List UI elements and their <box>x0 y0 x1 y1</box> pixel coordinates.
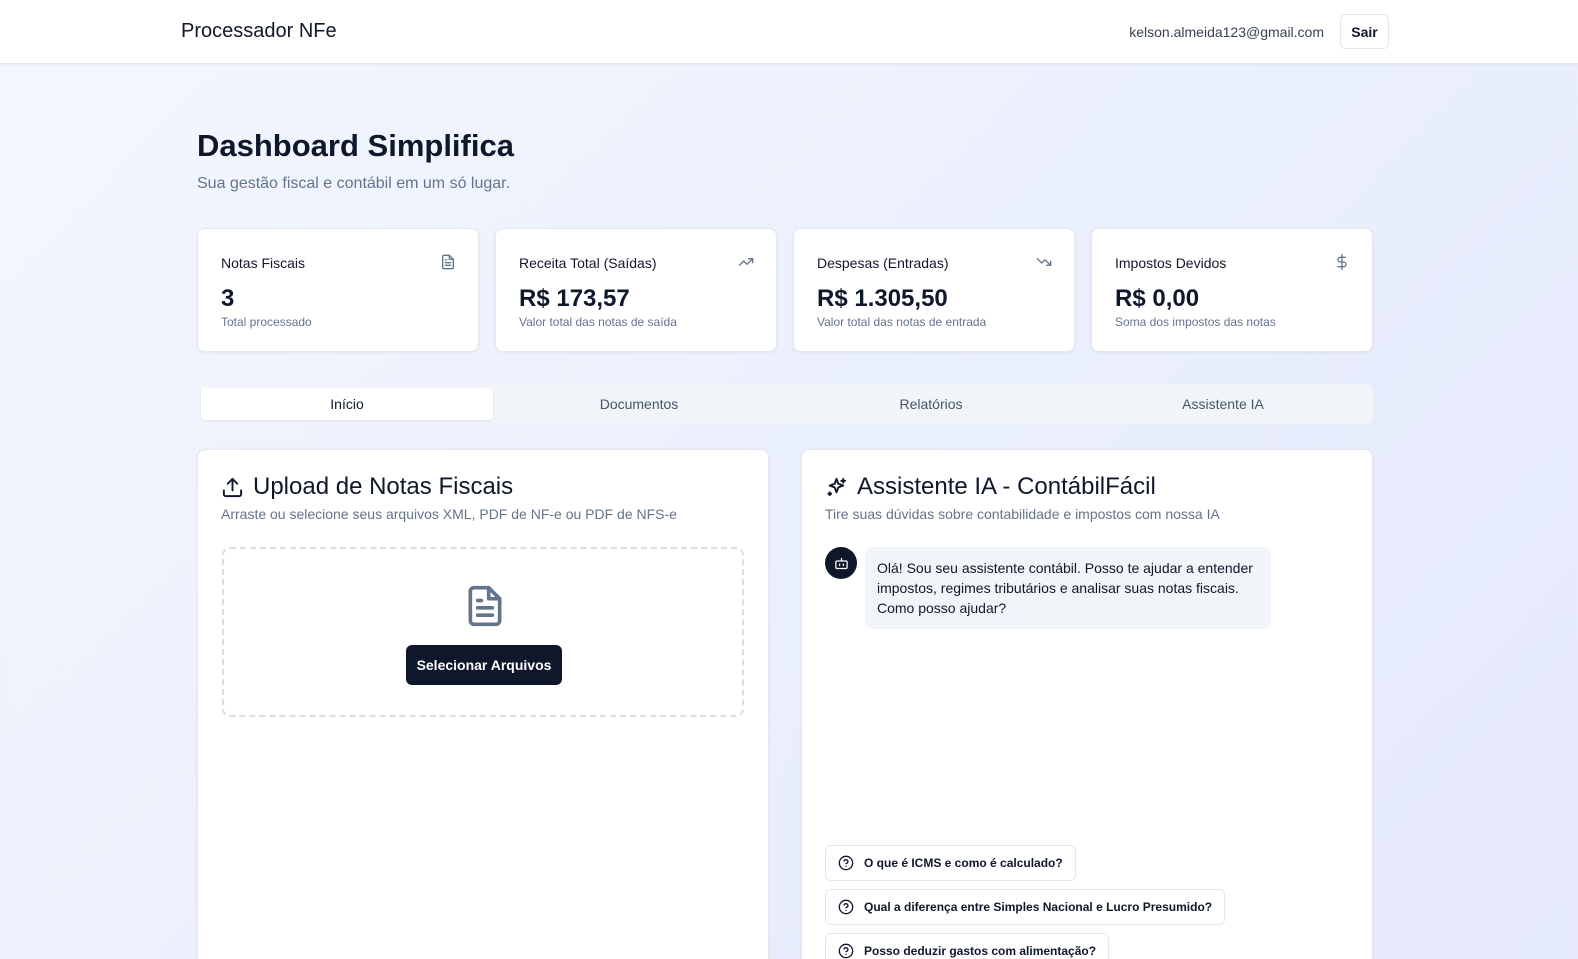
assistant-panel-heading: Assistente IA - ContábilFácil <box>825 473 1156 501</box>
stat-card-invoices: Notas Fiscais 3 Total processado <box>197 228 479 352</box>
help-circle-icon <box>838 943 854 959</box>
select-files-button[interactable]: Selecionar Arquivos <box>406 645 562 685</box>
stat-description: Valor total das notas de entrada <box>817 315 987 329</box>
help-circle-icon <box>838 855 854 871</box>
dollar-sign-icon <box>1337 254 1347 270</box>
upload-panel-heading: Upload de Notas Fiscais <box>221 473 513 501</box>
brand-title: Processador NFe <box>181 20 337 42</box>
bot-avatar <box>825 547 857 579</box>
assistant-panel-title: Assistente IA - ContábilFácil <box>857 473 1156 500</box>
sparkles-icon <box>827 477 847 496</box>
stat-card-revenue: Receita Total (Saídas) R$ 173,57 Valor t… <box>495 228 777 352</box>
tab-assistente-ia[interactable]: Assistente IA <box>1077 388 1369 420</box>
suggestion-button[interactable]: Posso deduzir gastos com alimentação? <box>825 933 1110 959</box>
stat-description: Valor total das notas de saída <box>519 315 677 329</box>
stat-value: R$ 1.305,50 <box>817 285 948 312</box>
trending-down-icon <box>1036 258 1052 266</box>
file-dropzone[interactable]: Selecionar Arquivos <box>222 547 744 717</box>
document-icon <box>468 585 502 627</box>
stat-description: Total processado <box>221 315 312 329</box>
upload-panel: Upload de Notas Fiscais Arraste ou selec… <box>197 449 769 959</box>
bot-icon <box>834 557 848 569</box>
upload-panel-title: Upload de Notas Fiscais <box>253 473 514 500</box>
tab-documentos[interactable]: Documentos <box>493 388 785 420</box>
stat-description: Soma dos impostos das notas <box>1115 315 1276 329</box>
user-email: kelson.almeida123@gmail.com <box>1129 24 1324 40</box>
stat-label: Notas Fiscais <box>221 255 306 271</box>
assistant-panel-description: Tire suas dúvidas sobre contabilidade e … <box>825 506 1220 522</box>
upload-panel-description: Arraste ou selecione seus arquivos XML, … <box>221 506 677 522</box>
assistant-panel: Assistente IA - ContábilFácil Tire suas … <box>801 449 1373 959</box>
stat-label: Impostos Devidos <box>1115 255 1227 271</box>
trending-up-icon <box>738 258 754 266</box>
upload-icon <box>222 477 243 497</box>
stat-card-expenses: Despesas (Entradas) R$ 1.305,50 Valor to… <box>793 228 1075 352</box>
stat-value: 3 <box>221 285 235 312</box>
top-navbar: Processador NFe kelson.almeida123@gmail.… <box>0 0 1578 64</box>
suggestion-label: Posso deduzir gastos com alimentação? <box>864 944 1097 958</box>
suggestion-label: O que é ICMS e como é calculado? <box>864 856 1063 870</box>
suggestion-button[interactable]: O que é ICMS e como é calculado? <box>825 845 1076 881</box>
stat-card-taxes: Impostos Devidos R$ 0,00 Soma dos impost… <box>1091 228 1373 352</box>
tab-relatorios[interactable]: Relatórios <box>785 388 1077 420</box>
stat-value: R$ 0,00 <box>1115 285 1200 312</box>
stat-value: R$ 173,57 <box>519 285 630 312</box>
page-subtitle: Sua gestão fiscal e contábil em um só lu… <box>197 175 511 192</box>
suggestion-button[interactable]: Qual a diferença entre Simples Nacional … <box>825 889 1226 925</box>
stat-label: Despesas (Entradas) <box>817 255 949 271</box>
assistant-message: Olá! Sou seu assistente contábil. Posso … <box>865 547 1271 629</box>
suggestion-label: Qual a diferença entre Simples Nacional … <box>864 900 1213 914</box>
file-text-icon <box>442 254 454 270</box>
main-tabs: Início Documentos Relatórios Assistente … <box>197 384 1373 424</box>
page-title: Dashboard Simplifica <box>197 128 514 163</box>
help-circle-icon <box>838 899 854 915</box>
logout-button[interactable]: Sair <box>1340 14 1389 49</box>
tab-inicio[interactable]: Início <box>201 388 493 420</box>
stat-label: Receita Total (Saídas) <box>519 255 657 271</box>
